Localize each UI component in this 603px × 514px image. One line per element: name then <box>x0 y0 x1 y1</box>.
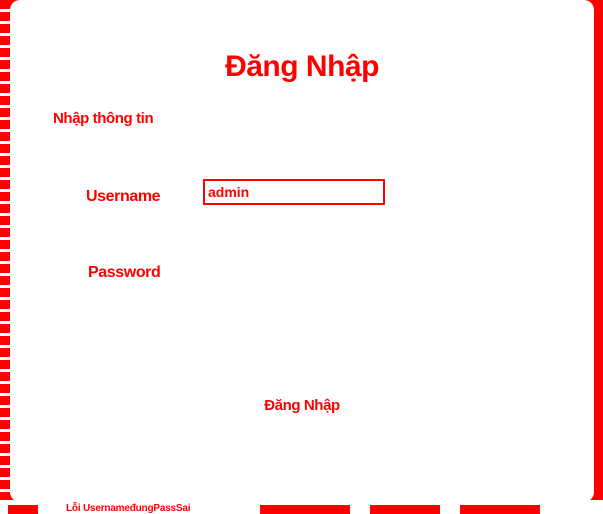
username-label: Username <box>86 188 161 205</box>
bottom-status-strip: Lỗi UsernameđungPassSai <box>0 500 603 514</box>
status-segment <box>370 505 440 514</box>
username-field[interactable] <box>203 179 385 205</box>
app-window: Đăng Nhập Nhập thông tin Username Passwo… <box>0 0 603 514</box>
status-segment <box>460 505 540 514</box>
login-card: Đăng Nhập Nhập thông tin Username Passwo… <box>10 0 594 502</box>
status-caption: Lỗi UsernameđungPassSai <box>66 503 191 514</box>
password-field[interactable] <box>203 255 389 283</box>
section-label: Nhập thông tin <box>53 110 154 127</box>
status-segment <box>8 505 38 514</box>
status-segment <box>260 505 350 514</box>
password-label: Password <box>88 264 161 281</box>
page-title: Đăng Nhập <box>225 50 379 83</box>
login-button[interactable]: Đăng Nhập <box>240 392 364 418</box>
